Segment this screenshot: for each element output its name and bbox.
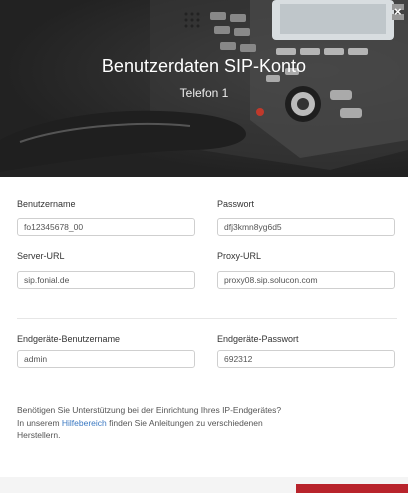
primary-button[interactable] <box>296 484 408 493</box>
help-line-2: In unserem Hilfebereich finden Sie Anlei… <box>17 417 377 430</box>
device-password-field[interactable]: 692312 <box>217 350 395 368</box>
dialog-subtitle: Telefon 1 <box>179 86 229 100</box>
header-image: Benutzerdaten SIP-Konto Telefon 1 × <box>0 0 408 177</box>
device-username-label: Endgeräte-Benutzername <box>17 334 121 344</box>
section-divider <box>17 318 397 319</box>
dialog-title: Benutzerdaten SIP-Konto <box>101 56 307 76</box>
close-icon[interactable]: × <box>394 5 406 18</box>
device-username-field[interactable]: admin <box>17 350 195 368</box>
username-field[interactable]: fo12345678_00 <box>17 218 195 236</box>
help-line-1: Benötigen Sie Unterstützung bei der Einr… <box>17 405 282 415</box>
help-pre-link: In unserem <box>17 417 62 428</box>
device-password-label: Endgeräte-Passwort <box>217 334 299 344</box>
help-area-link[interactable]: Hilfebereich <box>62 418 107 428</box>
username-label: Benutzername <box>17 199 76 209</box>
help-post-link: finden Sie Anleitungen zu verschiedenen <box>106 417 263 428</box>
password-field[interactable]: dfj3kmn8yg6d5 <box>217 218 395 236</box>
server-url-label: Server-URL <box>17 251 65 261</box>
proxy-url-field[interactable]: proxy08.sip.solucon.com <box>217 271 395 289</box>
proxy-url-label: Proxy-URL <box>217 251 262 261</box>
help-text: Benötigen Sie Unterstützung bei der Einr… <box>17 404 377 442</box>
server-url-field[interactable]: sip.fonial.de <box>17 271 195 289</box>
password-label: Passwort <box>217 199 255 209</box>
help-line-3: Herstellern. <box>17 430 61 440</box>
